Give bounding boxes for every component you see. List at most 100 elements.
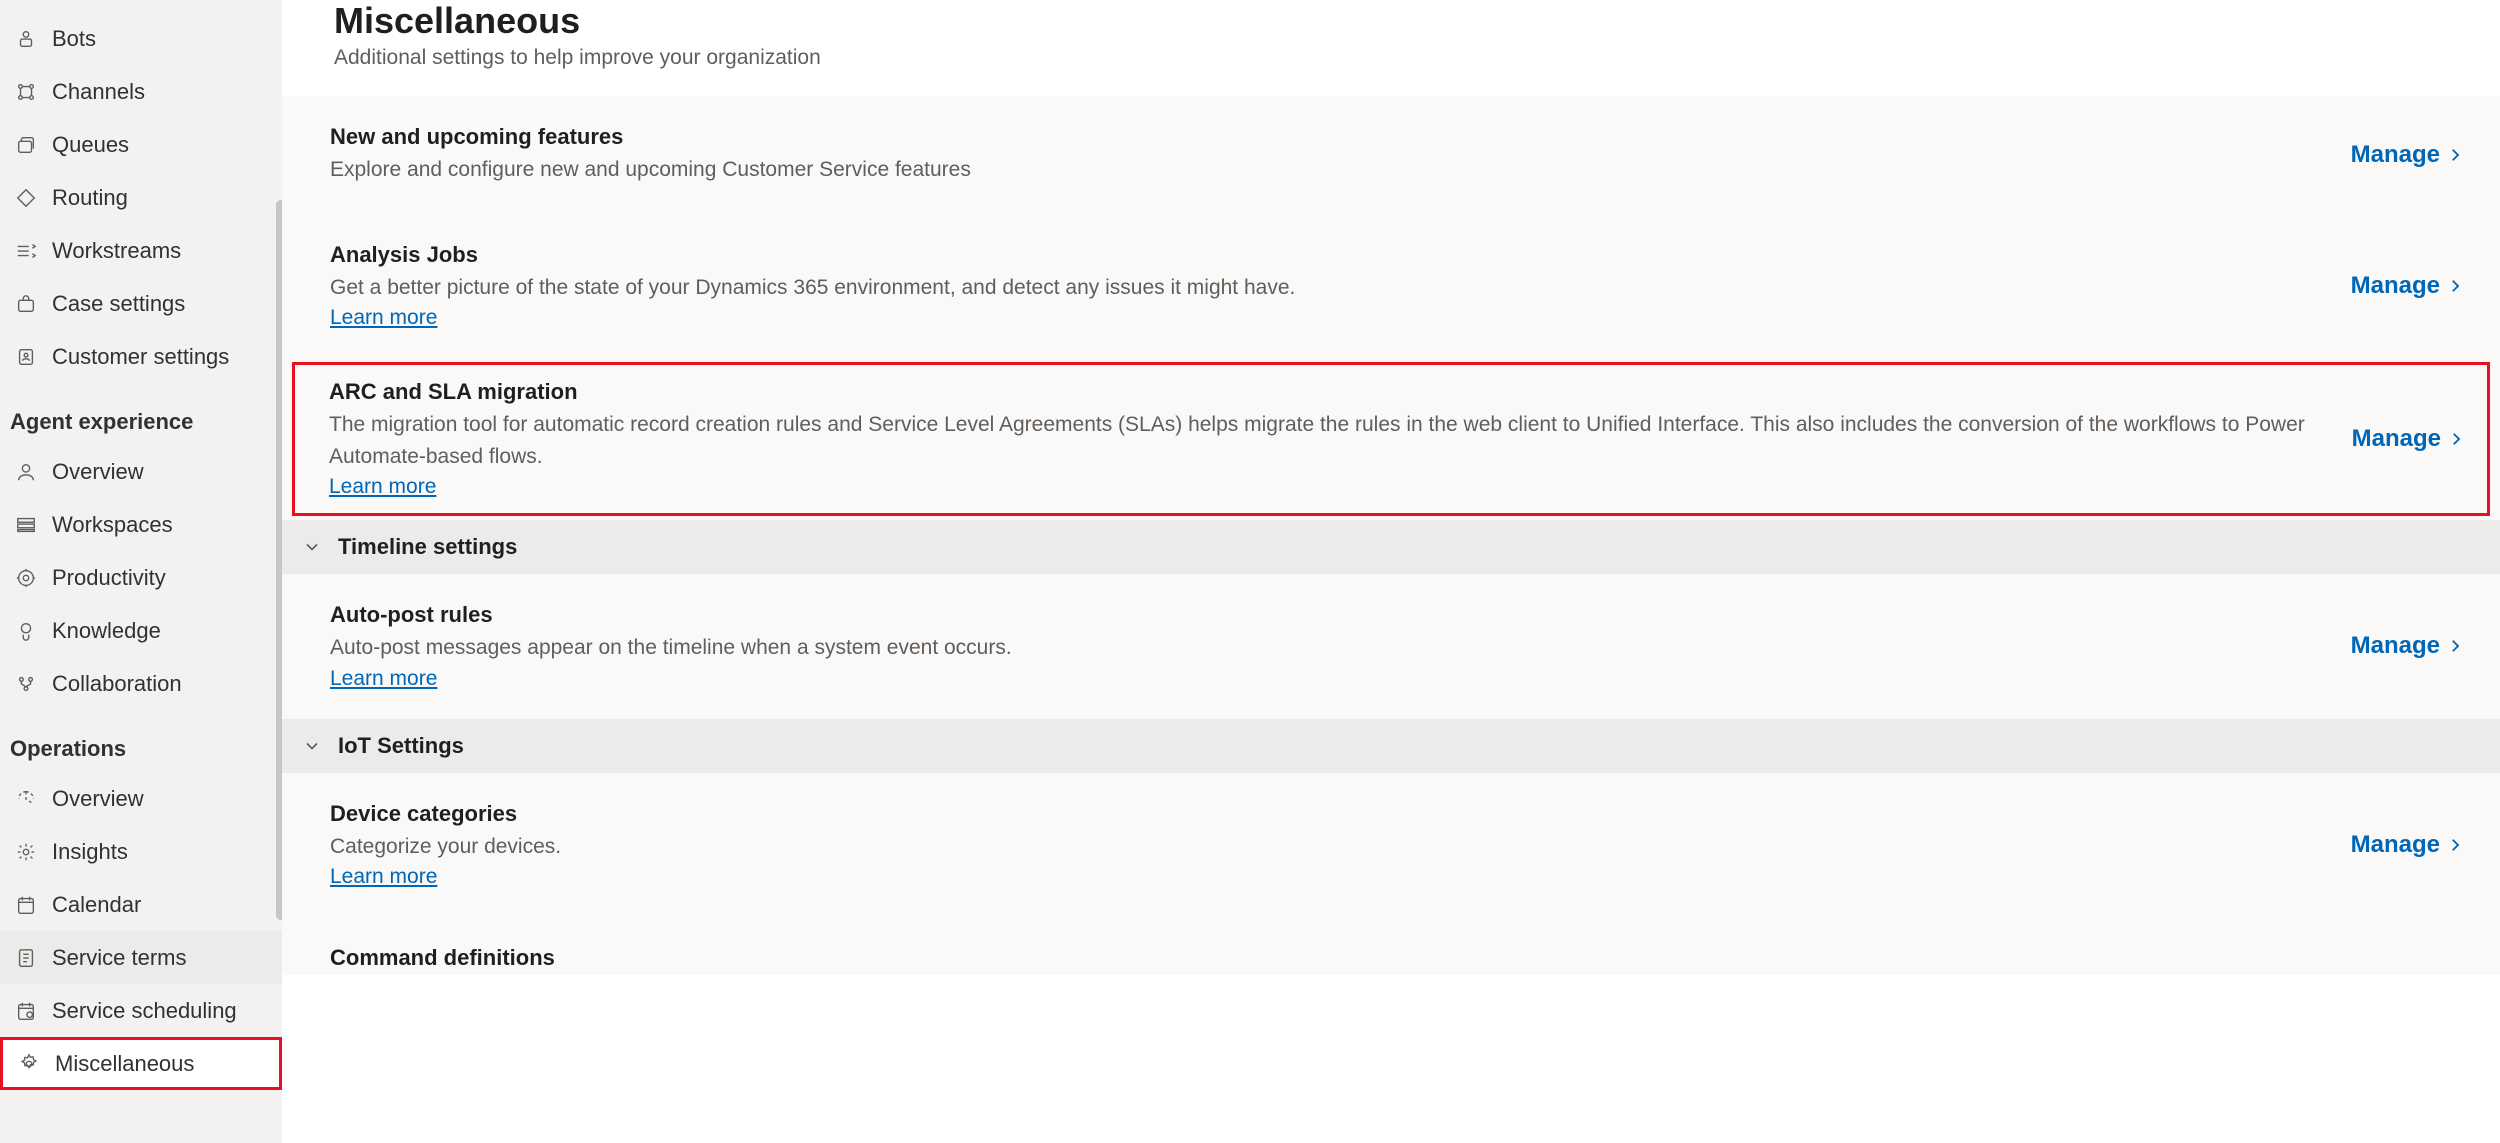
- page-title: Miscellaneous: [334, 0, 2448, 42]
- chevron-right-icon: [2447, 430, 2465, 448]
- sidebar-item-channels[interactable]: Channels: [0, 65, 282, 118]
- card-new-features: New and upcoming features Explore and co…: [282, 96, 2500, 214]
- bot-icon: [14, 27, 38, 51]
- workspaces-icon: [14, 513, 38, 537]
- manage-label: Manage: [2352, 425, 2441, 453]
- sidebar-item-service-scheduling[interactable]: Service scheduling: [0, 984, 282, 1037]
- manage-link-auto-post[interactable]: Manage: [2351, 632, 2464, 660]
- sidebar-item-label: Case settings: [52, 291, 185, 317]
- card-analysis-jobs: Analysis Jobs Get a better picture of th…: [282, 214, 2500, 359]
- service-terms-icon: [14, 946, 38, 970]
- sidebar-item-productivity[interactable]: Productivity: [0, 551, 282, 604]
- knowledge-icon: [14, 619, 38, 643]
- gear-icon: [17, 1052, 41, 1076]
- section-header-timeline[interactable]: Timeline settings: [282, 520, 2500, 574]
- sidebar: Bots Channels Queues Routing: [0, 0, 282, 1143]
- card-arc-sla-migration: ARC and SLA migration The migration tool…: [292, 362, 2490, 516]
- card-device-categories: Device categories Categorize your device…: [282, 773, 2500, 918]
- sidebar-item-label: Overview: [52, 459, 144, 485]
- sidebar-item-ax-overview[interactable]: Overview: [0, 445, 282, 498]
- sidebar-item-calendar[interactable]: Calendar: [0, 878, 282, 931]
- sidebar-item-miscellaneous[interactable]: Miscellaneous: [0, 1037, 282, 1090]
- sidebar-item-collaboration[interactable]: Collaboration: [0, 657, 282, 710]
- customer-icon: [14, 345, 38, 369]
- chevron-right-icon: [2446, 146, 2464, 164]
- card-command-definitions: Command definitions: [282, 917, 2500, 975]
- manage-label: Manage: [2351, 141, 2440, 169]
- service-scheduling-icon: [14, 999, 38, 1023]
- chevron-down-icon: [302, 537, 322, 557]
- sidebar-heading-agent-experience: Agent experience: [0, 383, 282, 445]
- sidebar-item-label: Service scheduling: [52, 998, 237, 1024]
- section-header-iot[interactable]: IoT Settings: [282, 719, 2500, 773]
- workstreams-icon: [14, 239, 38, 263]
- sidebar-item-label: Service terms: [52, 945, 186, 971]
- card-desc: Categorize your devices.: [330, 831, 561, 863]
- sidebar-heading-operations: Operations: [0, 710, 282, 772]
- sidebar-item-label: Customer settings: [52, 344, 229, 370]
- card-auto-post-rules: Auto-post rules Auto-post messages appea…: [282, 574, 2500, 719]
- card-desc: The migration tool for automatic record …: [329, 409, 2329, 472]
- sidebar-item-queues[interactable]: Queues: [0, 118, 282, 171]
- main-content: Miscellaneous Additional settings to hel…: [282, 0, 2500, 1143]
- card-title: Analysis Jobs: [330, 242, 1295, 268]
- card-title: Command definitions: [330, 945, 555, 971]
- sidebar-item-customer-settings[interactable]: Customer settings: [0, 330, 282, 383]
- learn-more-link[interactable]: Learn more: [330, 306, 437, 330]
- sidebar-item-routing[interactable]: Routing: [0, 171, 282, 224]
- manage-label: Manage: [2351, 831, 2440, 859]
- card-title: Auto-post rules: [330, 602, 1012, 628]
- sidebar-item-label: Queues: [52, 132, 129, 158]
- manage-link-arc-sla[interactable]: Manage: [2352, 425, 2465, 453]
- collaboration-icon: [14, 672, 38, 696]
- chevron-right-icon: [2446, 277, 2464, 295]
- learn-more-link[interactable]: Learn more: [329, 475, 436, 499]
- card-desc: Auto-post messages appear on the timelin…: [330, 632, 1012, 664]
- manage-label: Manage: [2351, 632, 2440, 660]
- card-title: ARC and SLA migration: [329, 379, 2329, 405]
- sidebar-item-label: Insights: [52, 839, 128, 865]
- sidebar-item-label: Workspaces: [52, 512, 173, 538]
- chevron-down-icon: [302, 736, 322, 756]
- manage-label: Manage: [2351, 272, 2440, 300]
- queue-icon: [14, 133, 38, 157]
- sidebar-item-label: Productivity: [52, 565, 166, 591]
- card-desc: Get a better picture of the state of you…: [330, 272, 1295, 304]
- card-desc: Explore and configure new and upcoming C…: [330, 154, 971, 186]
- section-title: IoT Settings: [338, 733, 464, 759]
- section-title: Timeline settings: [338, 534, 517, 560]
- sidebar-item-label: Bots: [52, 26, 96, 52]
- sidebar-item-insights[interactable]: Insights: [0, 825, 282, 878]
- learn-more-link[interactable]: Learn more: [330, 667, 437, 691]
- learn-more-link[interactable]: Learn more: [330, 865, 437, 889]
- card-title: Device categories: [330, 801, 561, 827]
- channels-icon: [14, 80, 38, 104]
- sidebar-item-ops-overview[interactable]: Overview: [0, 772, 282, 825]
- manage-link-analysis-jobs[interactable]: Manage: [2351, 272, 2464, 300]
- sidebar-item-label: Channels: [52, 79, 145, 105]
- person-icon: [14, 460, 38, 484]
- sidebar-item-label: Workstreams: [52, 238, 181, 264]
- sidebar-item-label: Miscellaneous: [55, 1051, 194, 1077]
- manage-link-device-categories[interactable]: Manage: [2351, 831, 2464, 859]
- manage-link-new-features[interactable]: Manage: [2351, 141, 2464, 169]
- insights-icon: [14, 840, 38, 864]
- sidebar-item-knowledge[interactable]: Knowledge: [0, 604, 282, 657]
- sidebar-item-case-settings[interactable]: Case settings: [0, 277, 282, 330]
- productivity-icon: [14, 566, 38, 590]
- sidebar-item-label: Collaboration: [52, 671, 182, 697]
- overview-icon: [14, 787, 38, 811]
- sidebar-item-workspaces[interactable]: Workspaces: [0, 498, 282, 551]
- calendar-icon: [14, 893, 38, 917]
- chevron-right-icon: [2446, 836, 2464, 854]
- sidebar-item-label: Overview: [52, 786, 144, 812]
- card-title: New and upcoming features: [330, 124, 971, 150]
- sidebar-item-label: Routing: [52, 185, 128, 211]
- sidebar-item-label: Knowledge: [52, 618, 161, 644]
- sidebar-item-workstreams[interactable]: Workstreams: [0, 224, 282, 277]
- sidebar-item-bots[interactable]: Bots: [0, 12, 282, 65]
- chevron-right-icon: [2446, 637, 2464, 655]
- case-icon: [14, 292, 38, 316]
- sidebar-item-label: Calendar: [52, 892, 141, 918]
- sidebar-item-service-terms[interactable]: Service terms: [0, 931, 282, 984]
